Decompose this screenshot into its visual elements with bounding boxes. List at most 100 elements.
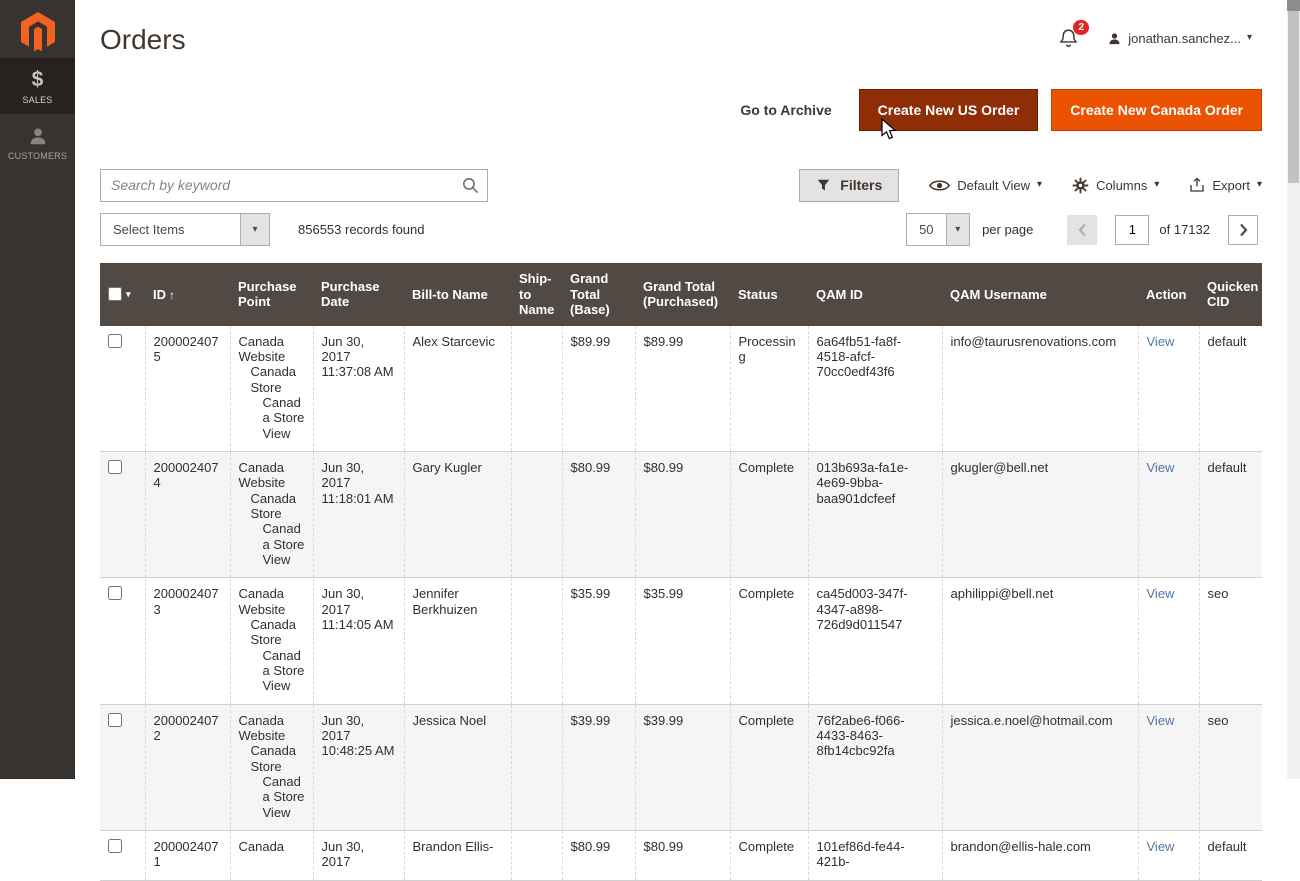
table-row[interactable]: 2000024071 Canada Jun 30, 2017 Brandon E… — [100, 830, 1262, 880]
go-to-archive-button[interactable]: Go to Archive — [740, 102, 831, 118]
dropdown-toggle[interactable]: ▾ — [946, 214, 970, 245]
cell-id: 2000024072 — [145, 704, 230, 830]
cell-purchase-point: Canada Website Canada Store Canada Store… — [230, 578, 313, 704]
view-link[interactable]: View — [1147, 460, 1175, 475]
cell-action: View — [1138, 704, 1199, 830]
person-icon — [27, 125, 49, 147]
cell-grand-total-purchased: $80.99 — [635, 830, 730, 880]
columns-label: Columns — [1096, 178, 1147, 193]
search-icon[interactable] — [461, 176, 480, 195]
sidebar-item-sales[interactable]: $ SALES — [0, 58, 75, 114]
column-header-bill-to[interactable]: Bill-to Name — [404, 263, 511, 326]
cell-grand-total-purchased: $35.99 — [635, 578, 730, 704]
create-canada-order-button[interactable]: Create New Canada Order — [1051, 89, 1262, 131]
sort-asc-icon: ↑ — [169, 288, 175, 302]
export-icon — [1189, 177, 1205, 193]
vertical-scrollbar[interactable] — [1287, 0, 1300, 779]
orders-table: ▾ ID↑ Purchase Point Purchase Date Bill-… — [100, 263, 1262, 881]
cell-id: 2000024071 — [145, 830, 230, 880]
select-items-dropdown[interactable]: Select Items ▾ — [100, 213, 270, 246]
row-checkbox[interactable] — [108, 460, 122, 474]
column-header-purchase-date[interactable]: Purchase Date — [313, 263, 404, 326]
grid-toolbar: Filters Default View ▾ Columns — [100, 168, 1262, 202]
row-checkbox-cell — [100, 326, 145, 452]
page-title: Orders — [100, 24, 186, 56]
page-number-input[interactable] — [1115, 215, 1149, 245]
cell-bill-to: Alex Starcevic — [404, 326, 511, 452]
view-link[interactable]: View — [1147, 586, 1175, 601]
cell-qam-id: 6a64fb51-fa8f-4518-afcf-70cc0edf43f6 — [808, 326, 942, 452]
column-header-purchase-point[interactable]: Purchase Point — [230, 263, 313, 326]
table-row[interactable]: 2000024075 Canada Website Canada Store C… — [100, 326, 1262, 452]
column-header-status[interactable]: Status — [730, 263, 808, 326]
cell-purchase-date: Jun 30, 2017 10:48:25 AM — [313, 704, 404, 830]
dropdown-toggle[interactable]: ▾ — [240, 214, 269, 245]
sidebar-item-label: CUSTOMERS — [8, 151, 67, 161]
view-link[interactable]: View — [1147, 334, 1175, 349]
column-header-qam-id[interactable]: QAM ID — [808, 263, 942, 326]
row-checkbox[interactable] — [108, 586, 122, 600]
cell-purchase-point: Canada Website Canada Store Canada Store… — [230, 704, 313, 830]
export-control[interactable]: Export ▾ — [1189, 177, 1262, 193]
chevron-down-icon: ▾ — [955, 225, 960, 235]
filters-button[interactable]: Filters — [799, 169, 899, 202]
cell-ship-to — [511, 578, 562, 704]
table-row[interactable]: 2000024073 Canada Website Canada Store C… — [100, 578, 1262, 704]
cell-purchase-date: Jun 30, 2017 11:18:01 AM — [313, 452, 404, 578]
cell-ship-to — [511, 452, 562, 578]
cell-grand-total-base: $80.99 — [562, 830, 635, 880]
cell-ship-to — [511, 326, 562, 452]
next-page-button[interactable] — [1228, 215, 1258, 245]
sidebar: $ SALES CUSTOMERS — [0, 0, 75, 779]
row-checkbox-cell — [100, 704, 145, 830]
chevron-down-icon[interactable]: ▾ — [126, 290, 131, 299]
cell-qam-username: info@taurusrenovations.com — [942, 326, 1138, 452]
column-header-ship-to[interactable]: Ship-to Name — [511, 263, 562, 326]
per-page-select[interactable]: 50 ▾ — [906, 213, 970, 246]
notifications-button[interactable]: 2 — [1058, 27, 1079, 49]
cell-quicken-cid: default — [1199, 452, 1262, 578]
cell-quicken-cid: seo — [1199, 578, 1262, 704]
scrollbar-thumb[interactable] — [1288, 11, 1299, 183]
view-link[interactable]: View — [1147, 839, 1175, 854]
search-input[interactable] — [100, 169, 488, 202]
cell-purchase-point: Canada Website Canada Store Canada Store… — [230, 326, 313, 452]
cell-grand-total-purchased: $89.99 — [635, 326, 730, 452]
cell-action: View — [1138, 830, 1199, 880]
cell-qam-id: ca45d003-347f-4347-a898-726d9d011547 — [808, 578, 942, 704]
select-all-checkbox[interactable] — [108, 287, 122, 301]
cell-grand-total-base: $39.99 — [562, 704, 635, 830]
row-checkbox[interactable] — [108, 839, 122, 853]
row-checkbox[interactable] — [108, 334, 122, 348]
cell-grand-total-purchased: $39.99 — [635, 704, 730, 830]
view-control[interactable]: Default View ▾ — [929, 178, 1042, 193]
previous-page-button[interactable] — [1067, 215, 1097, 245]
column-header-id[interactable]: ID↑ — [145, 263, 230, 326]
cell-bill-to: Jennifer Berkhuizen — [404, 578, 511, 704]
cell-action: View — [1138, 578, 1199, 704]
dollar-icon: $ — [32, 69, 44, 91]
columns-control[interactable]: Columns ▾ — [1072, 177, 1159, 194]
magento-logo[interactable] — [0, 0, 75, 58]
user-menu[interactable]: jonathan.sanchez... ▾ — [1107, 31, 1252, 46]
chevron-down-icon: ▾ — [1257, 180, 1262, 190]
column-header-grand-total-base[interactable]: Grand Total (Base) — [562, 263, 635, 326]
search-box — [100, 169, 488, 202]
cell-status: Processing — [730, 326, 808, 452]
table-row[interactable]: 2000024072 Canada Website Canada Store C… — [100, 704, 1262, 830]
toolbar-right: Filters Default View ▾ Columns — [799, 169, 1262, 202]
row-checkbox[interactable] — [108, 713, 122, 727]
cell-grand-total-purchased: $80.99 — [635, 452, 730, 578]
sidebar-item-label: SALES — [22, 95, 52, 105]
eye-icon — [929, 178, 950, 193]
gear-icon — [1072, 177, 1089, 194]
view-link[interactable]: View — [1147, 713, 1175, 728]
create-us-order-button[interactable]: Create New US Order — [859, 89, 1039, 131]
scrollbar-up-button[interactable] — [1287, 0, 1300, 11]
sidebar-item-customers[interactable]: CUSTOMERS — [0, 114, 75, 170]
column-header-grand-total-purchased[interactable]: Grand Total (Purchased) — [635, 263, 730, 326]
column-header-quicken-cid[interactable]: Quicken CID — [1199, 263, 1262, 326]
column-header-qam-username[interactable]: QAM Username — [942, 263, 1138, 326]
table-row[interactable]: 2000024074 Canada Website Canada Store C… — [100, 452, 1262, 578]
notification-badge: 2 — [1073, 20, 1089, 35]
